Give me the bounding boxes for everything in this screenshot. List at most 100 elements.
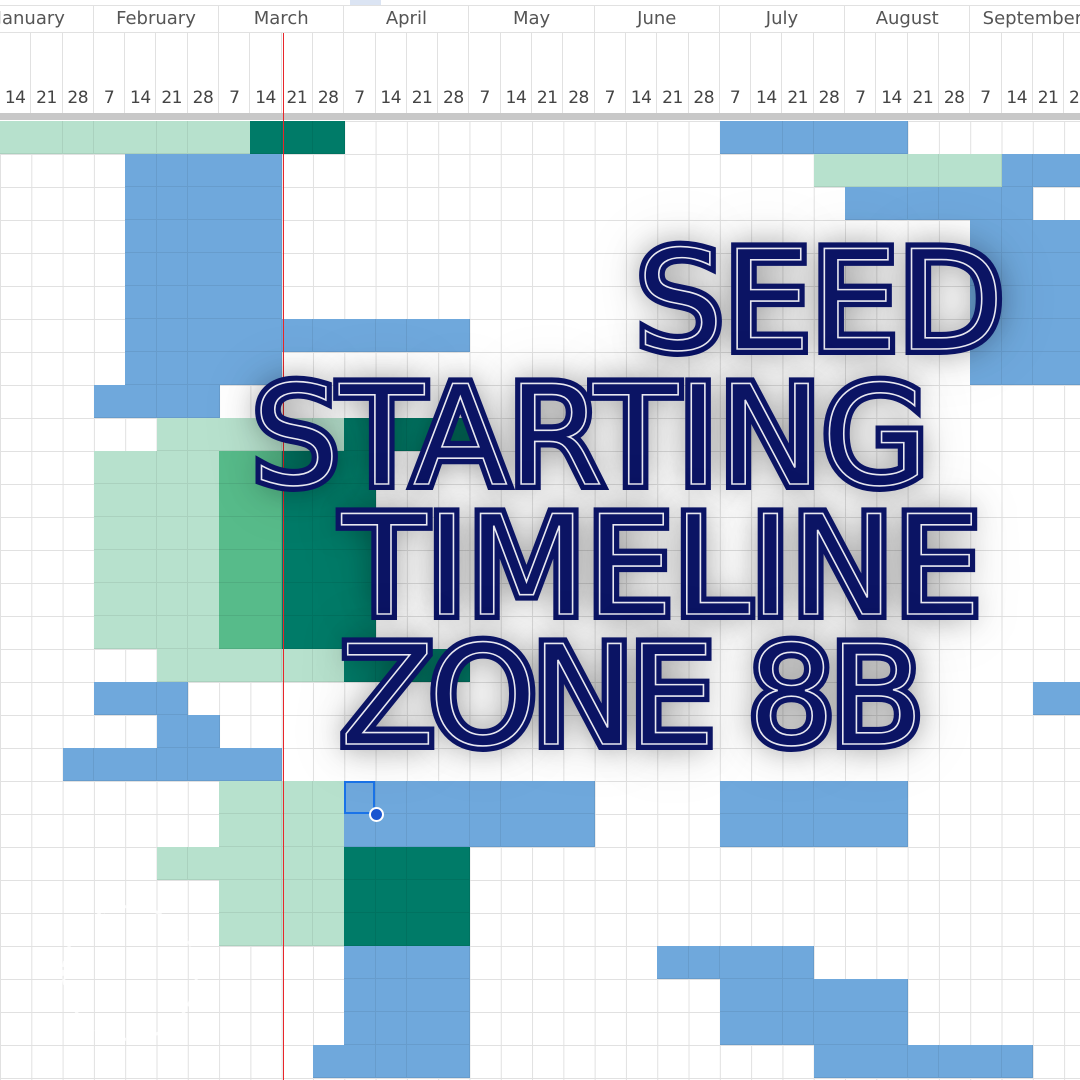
timeline-cell-light-green[interactable] bbox=[219, 121, 251, 154]
timeline-cell-blue[interactable] bbox=[1032, 352, 1065, 385]
timeline-cell-blue[interactable] bbox=[1064, 220, 1080, 253]
timeline-cell-blue[interactable] bbox=[125, 187, 157, 220]
timeline-cell-blue[interactable] bbox=[1064, 682, 1080, 715]
timeline-cell-light-green[interactable] bbox=[93, 550, 126, 583]
timeline-cell-blue[interactable] bbox=[250, 253, 283, 286]
timeline-cell-light-green[interactable] bbox=[845, 154, 877, 187]
timeline-cell-dark-green[interactable] bbox=[281, 616, 314, 649]
timeline-cell-blue[interactable] bbox=[187, 352, 220, 385]
timeline-cell-blue[interactable] bbox=[219, 319, 251, 352]
timeline-cell-blue[interactable] bbox=[187, 715, 220, 748]
timeline-cell-blue[interactable] bbox=[438, 781, 470, 814]
timeline-cell-medium-green[interactable] bbox=[219, 484, 251, 517]
timeline-cell-light-green[interactable] bbox=[281, 847, 314, 880]
timeline-cell-light-green[interactable] bbox=[31, 121, 64, 154]
timeline-cell-blue[interactable] bbox=[751, 1012, 783, 1045]
timeline-cell-blue[interactable] bbox=[876, 121, 909, 154]
timeline-cell-light-green[interactable] bbox=[219, 847, 251, 880]
timeline-cell-blue[interactable] bbox=[782, 1012, 815, 1045]
timeline-cell-blue[interactable] bbox=[719, 781, 752, 814]
timeline-cell-blue[interactable] bbox=[156, 220, 189, 253]
fill-handle[interactable] bbox=[368, 807, 384, 822]
timeline-cell-light-green[interactable] bbox=[156, 649, 189, 682]
timeline-cell-blue[interactable] bbox=[1032, 682, 1065, 715]
timeline-cell-light-green[interactable] bbox=[219, 880, 251, 913]
timeline-cell-blue[interactable] bbox=[813, 1012, 846, 1045]
timeline-cell-blue[interactable] bbox=[406, 946, 439, 979]
timeline-cell-blue[interactable] bbox=[1064, 253, 1080, 286]
timeline-cell-blue[interactable] bbox=[1032, 253, 1065, 286]
timeline-cell-blue[interactable] bbox=[1032, 319, 1065, 352]
timeline-cell-light-green[interactable] bbox=[187, 583, 220, 616]
timeline-cell-light-green[interactable] bbox=[313, 814, 345, 847]
timeline-cell-light-green[interactable] bbox=[125, 517, 157, 550]
timeline-cell-light-green[interactable] bbox=[187, 649, 220, 682]
timeline-cell-blue[interactable] bbox=[156, 715, 189, 748]
timeline-cell-light-green[interactable] bbox=[156, 616, 189, 649]
timeline-cell-light-green[interactable] bbox=[187, 517, 220, 550]
timeline-cell-light-green[interactable] bbox=[93, 484, 126, 517]
timeline-cell-dark-green[interactable] bbox=[406, 880, 439, 913]
timeline-cell-blue[interactable] bbox=[876, 1045, 909, 1078]
timeline-cell-light-green[interactable] bbox=[250, 847, 283, 880]
timeline-cell-blue[interactable] bbox=[782, 979, 815, 1012]
timeline-cell-blue[interactable] bbox=[1001, 187, 1034, 220]
timeline-cell-blue[interactable] bbox=[1001, 154, 1034, 187]
timeline-cell-blue[interactable] bbox=[970, 187, 1003, 220]
timeline-cell-light-green[interactable] bbox=[250, 880, 283, 913]
timeline-cell-blue[interactable] bbox=[219, 748, 251, 781]
timeline-cell-blue[interactable] bbox=[688, 946, 721, 979]
timeline-cell-blue[interactable] bbox=[125, 286, 157, 319]
timeline-cell-blue[interactable] bbox=[406, 319, 439, 352]
timeline-cell-blue[interactable] bbox=[187, 220, 220, 253]
timeline-cell-blue[interactable] bbox=[719, 121, 752, 154]
timeline-cell-blue[interactable] bbox=[719, 1012, 752, 1045]
timeline-cell-blue[interactable] bbox=[845, 121, 877, 154]
timeline-cell-blue[interactable] bbox=[751, 121, 783, 154]
timeline-cell-blue[interactable] bbox=[845, 1012, 877, 1045]
timeline-cell-blue[interactable] bbox=[845, 814, 877, 847]
timeline-cell-blue[interactable] bbox=[187, 253, 220, 286]
timeline-cell-blue[interactable] bbox=[1001, 253, 1034, 286]
timeline-cell-light-green[interactable] bbox=[93, 121, 126, 154]
timeline-cell-blue[interactable] bbox=[250, 319, 283, 352]
timeline-cell-blue[interactable] bbox=[219, 253, 251, 286]
timeline-cell-blue[interactable] bbox=[313, 1045, 345, 1078]
timeline-cell-dark-green[interactable] bbox=[281, 550, 314, 583]
timeline-cell-light-green[interactable] bbox=[156, 418, 189, 451]
timeline-cell-blue[interactable] bbox=[344, 1045, 377, 1078]
timeline-cell-blue[interactable] bbox=[876, 979, 909, 1012]
timeline-cell-blue[interactable] bbox=[344, 319, 377, 352]
timeline-cell-blue[interactable] bbox=[156, 154, 189, 187]
timeline-cell-light-green[interactable] bbox=[187, 418, 220, 451]
timeline-cell-blue[interactable] bbox=[876, 187, 909, 220]
timeline-cell-light-green[interactable] bbox=[876, 154, 909, 187]
timeline-cell-dark-green[interactable] bbox=[281, 583, 314, 616]
timeline-cell-blue[interactable] bbox=[250, 220, 283, 253]
timeline-cell-blue[interactable] bbox=[1001, 352, 1034, 385]
timeline-cell-light-green[interactable] bbox=[93, 451, 126, 484]
timeline-cell-blue[interactable] bbox=[813, 1045, 846, 1078]
timeline-cell-medium-green[interactable] bbox=[219, 451, 251, 484]
timeline-cell-medium-green[interactable] bbox=[250, 517, 283, 550]
timeline-cell-medium-green[interactable] bbox=[219, 583, 251, 616]
timeline-cell-blue[interactable] bbox=[219, 220, 251, 253]
timeline-cell-blue[interactable] bbox=[500, 781, 533, 814]
timeline-cell-light-green[interactable] bbox=[187, 121, 220, 154]
timeline-cell-light-green[interactable] bbox=[93, 616, 126, 649]
timeline-cell-blue[interactable] bbox=[125, 154, 157, 187]
timeline-cell-blue[interactable] bbox=[719, 946, 752, 979]
timeline-cell-blue[interactable] bbox=[1064, 154, 1080, 187]
timeline-cell-light-green[interactable] bbox=[187, 616, 220, 649]
timeline-cell-blue[interactable] bbox=[125, 352, 157, 385]
timeline-cell-dark-green[interactable] bbox=[406, 913, 439, 946]
timeline-cell-blue[interactable] bbox=[250, 187, 283, 220]
timeline-cell-blue[interactable] bbox=[93, 748, 126, 781]
timeline-cell-blue[interactable] bbox=[375, 1045, 408, 1078]
timeline-cell-blue[interactable] bbox=[125, 319, 157, 352]
timeline-cell-blue[interactable] bbox=[751, 946, 783, 979]
timeline-cell-blue[interactable] bbox=[438, 1012, 470, 1045]
timeline-cell-blue[interactable] bbox=[438, 946, 470, 979]
timeline-cell-dark-green[interactable] bbox=[438, 880, 470, 913]
timeline-cell-blue[interactable] bbox=[250, 748, 283, 781]
